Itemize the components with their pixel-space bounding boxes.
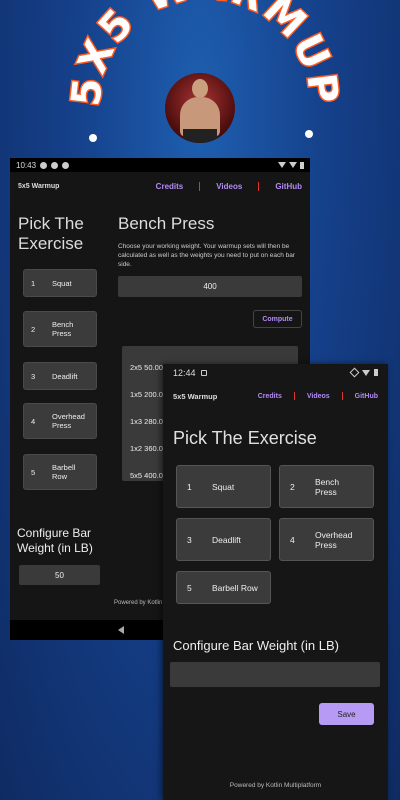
app-top-bar: 5x5 Warmup Credits Videos GitHub (10, 172, 310, 200)
developer-avatar (165, 73, 235, 143)
notification-icon (51, 161, 59, 169)
app-title: 5x5 Warmup (173, 391, 218, 401)
nav-divider (341, 392, 343, 400)
top-nav: Credits Videos GitHub (258, 392, 378, 400)
exercise-button-bench-press[interactable]: 2 Bench Press (23, 311, 97, 347)
exercise-label: Squat (212, 481, 235, 492)
exercise-label: Bench Press (52, 320, 74, 338)
exercise-button-overhead-press[interactable]: 4 Overhead Press (23, 403, 97, 439)
promo-dot-left (89, 134, 97, 142)
back-icon[interactable] (117, 626, 124, 634)
exercise-number: 5 (187, 582, 192, 593)
nav-divider (293, 392, 295, 400)
app-title: 5x5 Warmup (18, 182, 60, 190)
nav-videos[interactable]: Videos (216, 182, 242, 191)
exercise-label: Deadlift (212, 534, 241, 545)
nav-videos[interactable]: Videos (307, 393, 330, 400)
status-bar: 10:43 (10, 158, 310, 172)
exercise-number: 4 (31, 416, 36, 426)
phone-screenshot-pick-exercise: 12:44 5x5 Warmup Credits Videos GitHub P… (163, 364, 388, 800)
exercise-label: Barbell Row (52, 463, 76, 481)
exercise-button-deadlift[interactable]: 3 Deadlift (23, 362, 97, 390)
bar-weight-input[interactable] (170, 662, 380, 687)
configure-bar-weight-label: Configure Bar Weight (in LB) (17, 526, 93, 555)
exercise-number: 2 (31, 324, 36, 334)
nav-credits[interactable]: Credits (258, 393, 282, 400)
battery-icon (300, 161, 304, 169)
exercise-label: Barbell Row (212, 582, 258, 593)
exercise-number: 1 (31, 278, 36, 288)
promo-dot-right (305, 130, 313, 138)
compute-button[interactable]: Compute (253, 310, 302, 328)
nav-github[interactable]: GitHub (355, 393, 378, 400)
exercise-picker-pane: Pick The Exercise (18, 214, 108, 254)
exercise-button-barbell-row[interactable]: 5 Barbell Row (176, 571, 271, 604)
configure-bar-weight-label: Configure Bar Weight (in LB) (173, 638, 339, 653)
exercise-number: 2 (290, 481, 295, 492)
nav-divider (199, 181, 201, 191)
notification-icon (40, 161, 48, 169)
exercise-number: 5 (31, 467, 36, 477)
battery-icon (374, 369, 378, 376)
exercise-label: Deadlift (52, 371, 78, 381)
powered-by-text: Powered by Kotlin Multiplatform (229, 782, 322, 789)
top-nav: Credits Videos GitHub (156, 181, 302, 191)
status-time: 12:44 (173, 367, 196, 378)
lock-icon (200, 369, 207, 376)
status-time: 10:43 (16, 160, 37, 170)
exercise-label: Bench Press (315, 476, 340, 497)
wifi-icon (278, 162, 286, 168)
app-top-bar: 5x5 Warmup Credits Videos GitHub (163, 381, 388, 411)
notification-icon (62, 161, 70, 169)
exercise-detail-pane: Bench Press Choose your working weight. … (118, 214, 306, 269)
powered-by-text: Powered by Kotlin (114, 600, 163, 606)
exercise-label: Overhead Press (315, 529, 353, 550)
exercise-number: 4 (290, 534, 295, 545)
exercise-number: 3 (31, 371, 36, 381)
exercise-number: 3 (187, 534, 192, 545)
exercise-description: Choose your working weight. Your warmup … (118, 243, 296, 268)
exercise-button-barbell-row[interactable]: 5 Barbell Row (23, 454, 97, 490)
exercise-button-squat[interactable]: 1 Squat (23, 269, 97, 297)
bar-weight-input[interactable]: 50 (19, 565, 100, 585)
pick-exercise-heading: Pick The Exercise (173, 428, 317, 448)
exercise-button-overhead-press[interactable]: 4 Overhead Press (279, 518, 374, 561)
exercise-number: 1 (187, 481, 192, 492)
avatar-shorts (183, 129, 217, 143)
status-bar: 12:44 (163, 364, 388, 381)
exercise-button-squat[interactable]: 1 Squat (176, 465, 271, 508)
exercise-title: Bench Press (118, 214, 215, 233)
nav-github[interactable]: GitHub (275, 182, 302, 191)
working-weight-input[interactable]: 400 (118, 276, 302, 297)
save-button[interactable]: Save (319, 703, 374, 725)
nav-divider (258, 181, 260, 191)
mute-icon (349, 367, 360, 378)
signal-icon (362, 369, 370, 376)
exercise-button-bench-press[interactable]: 2 Bench Press (279, 465, 374, 508)
pick-exercise-heading: Pick The Exercise (18, 214, 84, 253)
avatar-head (192, 79, 208, 98)
exercise-label: Overhead Press (52, 412, 85, 430)
exercise-button-deadlift[interactable]: 3 Deadlift (176, 518, 271, 561)
nav-credits[interactable]: Credits (156, 182, 184, 191)
signal-icon (289, 162, 297, 168)
exercise-label: Squat (52, 278, 72, 288)
